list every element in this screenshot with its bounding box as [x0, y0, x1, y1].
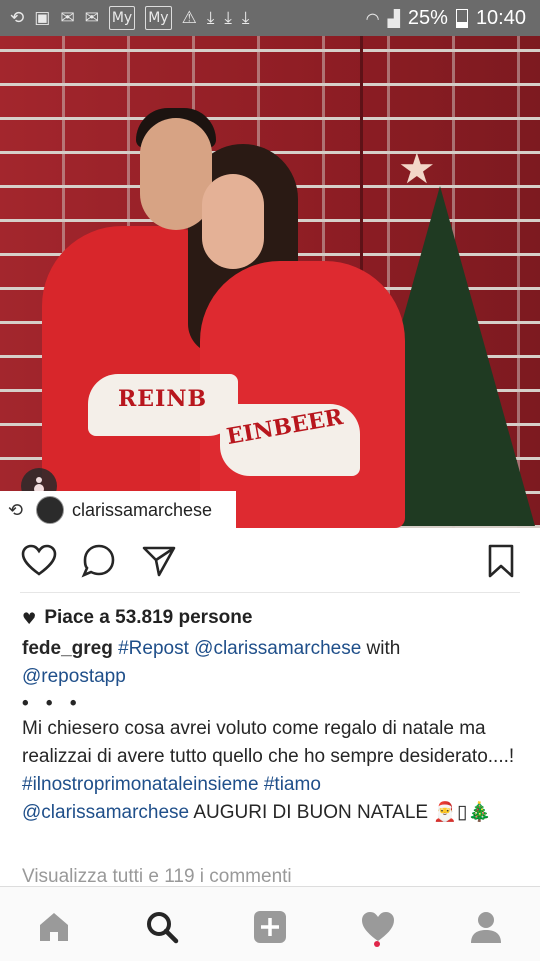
comment-icon[interactable]	[80, 542, 118, 580]
my-app-icon: My	[145, 6, 172, 30]
caption-body: Mi chiesero cosa avrei voluto come regal…	[22, 718, 515, 767]
battery-icon	[455, 8, 468, 28]
post-actions	[0, 528, 540, 592]
caption-dots: • • •	[22, 693, 83, 714]
repost-icon: ⟲	[8, 499, 24, 521]
divider	[20, 592, 520, 593]
notification-icons: ⟲ ▣ ✉ ✉ My My ⚠ ⤓ ⤓ ⤓	[0, 6, 249, 30]
my-app-icon: My	[108, 6, 136, 30]
repost-notification-icon: ⟲	[10, 8, 25, 28]
download-icon: ⤓	[224, 8, 232, 28]
heart-icon: ♥	[22, 608, 37, 628]
post-photo[interactable]: ★ REINB EINBEER	[0, 36, 540, 528]
sweater-text-left: REINB	[118, 386, 208, 412]
woman-face	[202, 174, 264, 269]
system-status: ◠ ▟ 25% 10:40	[366, 0, 526, 36]
search-icon[interactable]	[142, 907, 182, 947]
mention-link[interactable]: @repostapp	[22, 666, 126, 687]
status-bar: ⟲ ▣ ✉ ✉ My My ⚠ ⤓ ⤓ ⤓ ◠ ▟ 25% 10:40	[0, 0, 540, 36]
add-post-icon[interactable]	[250, 907, 290, 947]
repost-attribution[interactable]: ⟲ clarissamarchese	[0, 491, 236, 529]
share-send-icon[interactable]	[140, 542, 178, 580]
post-caption: fede_greg #Repost @clarissamarchese with…	[22, 635, 522, 827]
notification-dot	[374, 941, 380, 947]
tree-star-icon: ★	[398, 144, 436, 193]
author-username[interactable]: fede_greg	[22, 638, 113, 659]
warning-icon: ⚠	[181, 8, 197, 28]
profile-icon[interactable]	[466, 907, 506, 947]
mention-link[interactable]: @clarissamarchese	[22, 802, 189, 823]
download-icon: ⤓	[241, 8, 250, 28]
caption-closing: AUGURI DI BUON NATALE 🎅▯🎄	[189, 802, 492, 823]
caption-text: with	[361, 638, 401, 659]
repost-username[interactable]: clarissamarchese	[72, 500, 212, 521]
home-icon[interactable]	[34, 907, 74, 947]
clock: 10:40	[475, 6, 526, 29]
hashtag-link[interactable]: #ilnostroprimonataleinsieme	[22, 774, 259, 795]
image-icon: ▣	[34, 8, 51, 28]
gmail-icon: ✉	[84, 8, 99, 28]
view-all-comments-link[interactable]: Visualizza tutti e 119 i commenti	[22, 866, 292, 888]
mention-link[interactable]: @clarissamarchese	[194, 638, 361, 659]
likes-text: Piace a 53.819 persone	[44, 607, 253, 628]
avatar[interactable]	[36, 496, 64, 524]
like-heart-icon[interactable]	[20, 542, 58, 580]
signal-icon: ▟	[387, 8, 400, 28]
wifi-icon: ◠	[365, 8, 380, 28]
download-icon: ⤓	[206, 8, 215, 28]
hashtag-link[interactable]: #tiamo	[264, 774, 321, 795]
battery-percent: 25%	[407, 6, 448, 29]
gmail-icon: ✉	[60, 8, 75, 28]
bottom-navigation	[0, 886, 540, 961]
likes-count[interactable]: ♥ Piace a 53.819 persone	[22, 607, 252, 629]
bookmark-icon[interactable]	[482, 542, 520, 580]
hashtag-link[interactable]: #Repost	[118, 638, 189, 659]
